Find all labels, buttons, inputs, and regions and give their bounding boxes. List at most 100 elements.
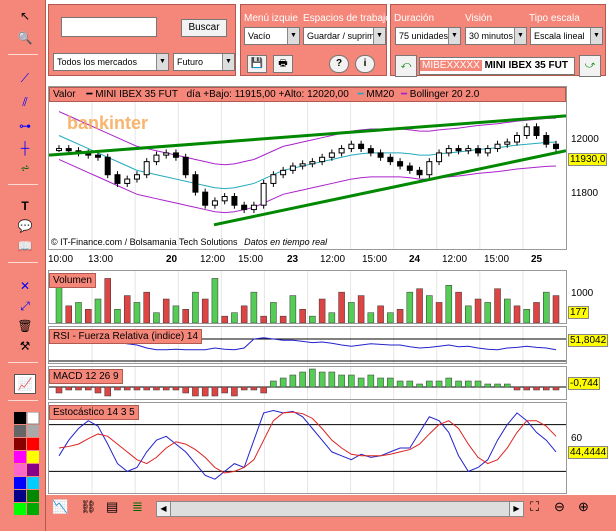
macd-bar: [309, 368, 316, 388]
scale-select[interactable]: Escala lineal ▼: [530, 27, 603, 45]
ticker-display[interactable]: MIBEXXXXX MINI IBEX 35 FUT: [419, 57, 575, 75]
candle-body: [514, 135, 521, 143]
volume-bar: [416, 288, 423, 324]
volume-bar: [543, 291, 550, 324]
parallel-lines-icon[interactable]: ⫽: [14, 92, 36, 112]
volume-bar: [84, 309, 92, 324]
scroll-right-icon[interactable]: ▶: [509, 502, 523, 516]
macd-bar: [455, 380, 462, 388]
tools-icon[interactable]: ⚒: [14, 336, 36, 356]
print-icon[interactable]: 🖶: [273, 55, 293, 73]
book-icon[interactable]: 📖: [14, 236, 36, 256]
scroll-left-icon[interactable]: ◀: [157, 502, 171, 516]
type-select[interactable]: Futuro ▼: [173, 53, 235, 71]
macd-bar: [406, 380, 414, 388]
macd-bar: [348, 374, 355, 388]
volume-tick: 1000: [571, 288, 594, 299]
zoom-in-icon[interactable]: ⊕: [578, 499, 598, 519]
zoom-out-icon[interactable]: ⊖: [554, 499, 574, 519]
macd-bar: [533, 386, 540, 391]
macd-bar: [172, 386, 180, 391]
volume-bar: [533, 302, 540, 324]
candle-body: [406, 165, 413, 171]
candle-body: [319, 156, 326, 163]
prev-chart-icon[interactable]: ⤺: [395, 55, 417, 77]
credit-text: © IT-Finance.com / Bolsamania Tech Solut…: [51, 237, 238, 247]
price-chart[interactable]: Valor ━ MINI IBEX 35 FUT día +Bajo: 1191…: [48, 86, 567, 250]
x-tick: 13:00: [88, 254, 114, 265]
price-chart-canvas[interactable]: [48, 87, 567, 249]
candle-body: [211, 200, 218, 206]
vision-select[interactable]: 30 minutos ▼: [465, 27, 527, 45]
x-tick: 20: [166, 254, 178, 265]
volume-bar: [435, 302, 443, 324]
info-icon[interactable]: i: [355, 55, 375, 73]
volume-chart[interactable]: Volumen: [48, 270, 567, 324]
macd-bar: [270, 380, 277, 388]
realtime-text: Datos en tiempo real: [244, 237, 328, 247]
comment-icon[interactable]: 💬: [14, 216, 36, 236]
color-swatches[interactable]: [14, 411, 40, 516]
layers-icon[interactable]: ≣: [132, 499, 152, 519]
zoom-fit-icon[interactable]: ⛶: [530, 499, 550, 519]
fan-icon[interactable]: ⤢: [14, 296, 36, 316]
trash-icon[interactable]: 🗑: [14, 316, 36, 336]
help-icon[interactable]: ?: [329, 55, 349, 73]
volume-bar: [474, 298, 482, 324]
candle-body: [124, 178, 131, 184]
macd-chart[interactable]: MACD 12 26 9: [48, 366, 567, 400]
rsi-chart[interactable]: RSI - Fuerza Relativa (indice) 14: [48, 326, 567, 364]
search-button[interactable]: Buscar: [181, 19, 227, 37]
volume-bar: [143, 291, 150, 324]
link-icon[interactable]: ⛓: [80, 499, 100, 519]
zoom-icon[interactable]: 🔍: [14, 28, 36, 48]
macd-bar: [289, 374, 297, 388]
horizontal-line-icon[interactable]: ⊶: [14, 116, 36, 136]
volume-canvas[interactable]: [49, 271, 566, 324]
indicator-chart-icon[interactable]: 📈: [14, 374, 36, 394]
macd-canvas[interactable]: [49, 367, 566, 399]
settings-panel: Duración Visión Tipo escala 75 unidades ▼…: [390, 4, 606, 77]
menu-select[interactable]: Vacío ▼: [244, 27, 300, 45]
macd-bar: [465, 380, 472, 388]
candle-body: [202, 191, 209, 206]
candle-body: [94, 154, 101, 158]
spaces-select[interactable]: Guardar / suprimir ▼: [303, 27, 386, 45]
trendline-icon[interactable]: ⟋: [14, 68, 36, 88]
legend-mm-icon: ━: [357, 89, 364, 100]
candle-body: [328, 152, 335, 158]
volume-bar: [182, 309, 189, 324]
legend-boll: Bollinger 20 2.0: [409, 89, 480, 100]
save-icon[interactable]: 💾: [247, 55, 267, 73]
candle-body: [182, 156, 189, 176]
macd-bar: [357, 377, 365, 388]
macd-bar: [162, 386, 170, 391]
search-input[interactable]: [61, 17, 157, 37]
candle-body: [289, 165, 296, 171]
chart-type-icon[interactable]: 📉: [52, 499, 72, 519]
pointer-icon[interactable]: ↖: [14, 6, 36, 26]
table-icon[interactable]: ▤: [106, 499, 126, 519]
bottom-bar: 📉 ⛓ ▤ ≣ ◀ ▶ ⛶ ⊖ ⊕: [46, 495, 616, 531]
macd-bar: [338, 374, 345, 388]
candle-body: [348, 143, 355, 150]
toolbar-separator: [8, 400, 38, 401]
stoch-chart[interactable]: Estocástico 14 3 5: [48, 402, 567, 494]
cross-lines-icon[interactable]: ✕: [14, 276, 36, 296]
channel-icon[interactable]: ⩫: [14, 158, 36, 178]
market-select[interactable]: Todos los mercados ▼: [53, 53, 169, 71]
chevron-down-icon: ▼: [514, 28, 526, 44]
menu-label: Menú izquie: [244, 13, 298, 24]
macd-bar: [318, 371, 326, 388]
duration-select[interactable]: 75 unidades ▼: [395, 27, 461, 45]
next-chart-icon[interactable]: ⤻: [579, 55, 601, 77]
horizontal-scrollbar[interactable]: ◀ ▶: [156, 501, 524, 517]
volume-bar: [250, 291, 258, 324]
vertical-line-icon[interactable]: ┼: [14, 138, 36, 158]
volume-bar: [231, 312, 238, 324]
candle-body: [523, 126, 530, 136]
text-tool-icon[interactable]: T: [14, 196, 36, 216]
menus-panel: Menú izquie Espacios de trabajo Vacío ▼ G…: [240, 4, 387, 76]
toolbar-separator: [8, 54, 38, 55]
legend-price-line-icon: ━: [86, 89, 93, 100]
